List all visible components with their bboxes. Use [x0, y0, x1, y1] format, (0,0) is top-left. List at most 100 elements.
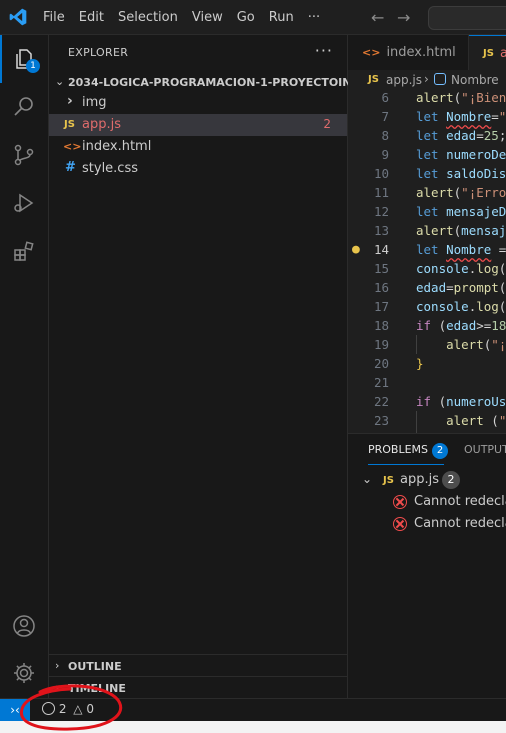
command-center-search[interactable]	[428, 6, 506, 30]
line-number: 18	[373, 318, 389, 333]
code-line: 11 alert("¡Erro	[348, 183, 506, 202]
code-line: 9 let numeroDe	[348, 145, 506, 164]
breadcrumb-file[interactable]: app.js	[386, 73, 422, 87]
account-activity[interactable]	[0, 602, 48, 650]
line-number: 20	[373, 356, 389, 371]
back-arrow-icon[interactable]: ←	[371, 8, 384, 27]
red-annotation-circle	[19, 684, 123, 731]
line-number: 19	[373, 337, 389, 352]
sidebar-title: EXPLORER	[68, 46, 129, 59]
extensions-activity[interactable]	[0, 227, 48, 275]
code-text: alert(mensaj	[416, 223, 506, 238]
code-line: 16 edad=prompt(	[348, 278, 506, 297]
tree-item-label: style.css	[82, 161, 138, 176]
js-file-icon: JS	[64, 119, 75, 130]
tree-item-index-html[interactable]: <> index.html	[49, 136, 347, 158]
code-text: alert("¡Bien	[416, 90, 506, 105]
breadcrumb-symbol[interactable]: Nombre	[451, 73, 499, 87]
title-bar: File Edit Selection View Go Run ··· ← →	[0, 0, 506, 35]
menu-file[interactable]: File	[36, 10, 72, 25]
code-editor[interactable]: 6 alert("¡Bien 7 let Nombre=" 8 let edad…	[348, 88, 506, 433]
explorer-activity[interactable]: 1	[0, 35, 48, 83]
menu-edit[interactable]: Edit	[72, 10, 111, 25]
code-line: 19 alert("¡	[348, 335, 506, 354]
js-file-icon: JS	[483, 48, 494, 59]
problems-panel: PROBLEMS 2 OUTPUT ⌄ JS app.js 2 Cannot re…	[348, 433, 506, 699]
code-text: let numeroDe	[416, 147, 506, 162]
code-line: ● 14 let Nombre =	[348, 240, 506, 259]
code-text: alert("¡Erro	[416, 185, 506, 200]
css-file-icon: #	[65, 160, 76, 175]
code-text: }	[416, 356, 424, 371]
editor-tabs: <> index.html JS ap	[348, 35, 506, 71]
tree-item-style-css[interactable]: # style.css	[49, 158, 347, 180]
problem-item[interactable]: Cannot redeclare	[348, 492, 506, 514]
tree-item-label: img	[82, 95, 107, 110]
code-text: console.log(	[416, 261, 506, 276]
line-number: 21	[373, 375, 389, 390]
chevron-down-icon: ⌄	[362, 472, 373, 486]
tab-app-js[interactable]: JS ap	[469, 35, 506, 70]
code-line: 17 console.log(	[348, 297, 506, 316]
menu-go[interactable]: Go	[230, 10, 262, 25]
menu-selection[interactable]: Selection	[111, 10, 185, 25]
tab-index-html[interactable]: <> index.html	[348, 35, 469, 70]
line-number: 8	[381, 128, 389, 143]
line-number: 13	[373, 223, 389, 238]
tab-label: PROBLEMS	[368, 443, 429, 456]
search-activity[interactable]	[0, 83, 48, 131]
code-text: alert ("	[446, 413, 506, 428]
account-icon	[13, 615, 35, 637]
run-debug-activity[interactable]	[0, 179, 48, 227]
menu-bar: File Edit Selection View Go Run ···	[36, 0, 327, 34]
menu-run[interactable]: Run	[262, 10, 301, 25]
error-count: 2	[323, 117, 331, 131]
code-line: 6 alert("¡Bien	[348, 88, 506, 107]
search-icon	[14, 97, 33, 116]
run-debug-icon	[14, 193, 34, 213]
html-file-icon: <>	[362, 46, 381, 59]
js-file-icon: JS	[383, 475, 394, 486]
error-icon	[393, 495, 407, 509]
source-control-activity[interactable]	[0, 131, 48, 179]
code-line: 22 if (numeroUs	[348, 392, 506, 411]
code-text: alert("¡	[446, 337, 506, 352]
line-number: 14	[373, 242, 389, 257]
code-line: 20 }	[348, 354, 506, 373]
code-line: 13 alert(mensaj	[348, 221, 506, 240]
tab-problems[interactable]: PROBLEMS 2	[368, 443, 449, 465]
code-text: let mensajeD	[416, 204, 506, 219]
code-text: if (edad>=18	[416, 318, 506, 333]
problems-count-badge: 2	[432, 443, 449, 459]
code-line: 7 let Nombre="	[348, 107, 506, 126]
code-text: let Nombre="	[416, 109, 506, 124]
line-number: 16	[373, 280, 389, 295]
code-line: 23 alert ("	[348, 411, 506, 430]
forward-arrow-icon[interactable]: →	[397, 8, 410, 27]
line-number: 15	[373, 261, 389, 276]
outline-section[interactable]: › OUTLINE	[49, 654, 347, 677]
chevron-right-icon: ›	[67, 93, 73, 109]
extensions-icon	[14, 241, 34, 261]
line-number: 10	[373, 166, 389, 181]
problem-item[interactable]: Cannot redeclare	[348, 514, 506, 536]
menu-view[interactable]: View	[185, 10, 230, 25]
problems-file-row[interactable]: ⌄ JS app.js 2	[348, 470, 506, 492]
js-file-icon: JS	[368, 74, 379, 85]
tree-item-label: index.html	[82, 139, 152, 154]
tab-label: ap	[500, 46, 506, 61]
tree-item-app-js[interactable]: JS app.js 2	[49, 114, 347, 136]
sidebar-more-button[interactable]: ···	[315, 41, 333, 60]
tree-item-img[interactable]: › img	[49, 92, 347, 114]
line-number: 11	[373, 185, 389, 200]
problem-message: Cannot redeclare	[414, 494, 506, 509]
variable-symbol-icon	[434, 73, 446, 85]
code-line: 8 let edad=25;	[348, 126, 506, 145]
chevron-down-icon: ⌄	[55, 75, 65, 88]
explorer-sidebar: EXPLORER ··· ⌄ 2034-LOGICA-PROGRAMACION-…	[49, 35, 383, 698]
menu-more[interactable]: ···	[301, 10, 327, 25]
active-tab-underline	[368, 464, 444, 465]
tab-output[interactable]: OUTPUT	[464, 443, 506, 456]
code-text: let edad=25;	[416, 128, 506, 143]
project-folder-header[interactable]: ⌄ 2034-LOGICA-PROGRAMACION-1-PROYECTOINI…	[49, 72, 383, 94]
